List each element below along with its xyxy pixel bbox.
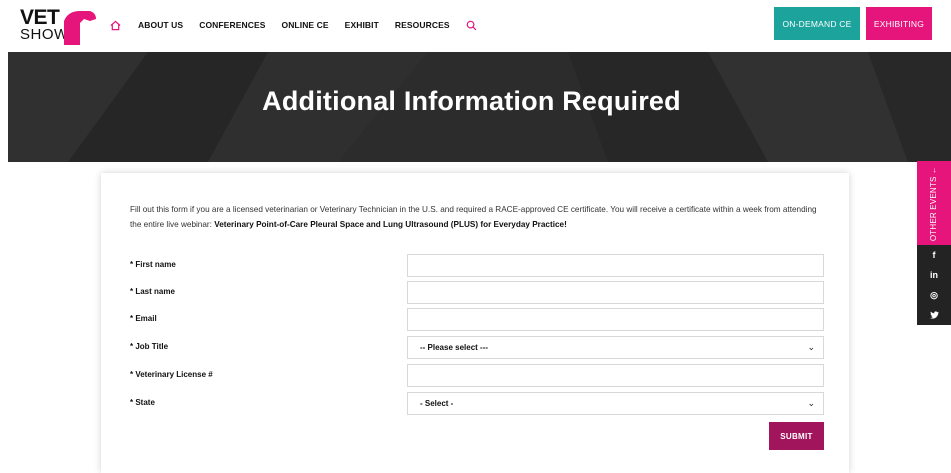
email-input[interactable] [407, 308, 824, 331]
facebook-icon[interactable]: f [917, 245, 951, 265]
social-links: f in ◎ [917, 245, 951, 325]
side-rail: OTHER EVENTS ← f in ◎ [917, 161, 951, 325]
other-events-label: OTHER EVENTS ← [929, 165, 939, 241]
chevron-down-icon: ⌄ [807, 342, 815, 352]
job-title-select[interactable]: -- Please select --- ⌄ [407, 336, 824, 359]
email-label: * Email [130, 314, 157, 323]
other-events-tab[interactable]: OTHER EVENTS ← [917, 161, 951, 245]
vet-show-logo[interactable]: VET SHOW [20, 6, 98, 45]
email-row: * Email [130, 308, 824, 332]
home-icon[interactable] [110, 17, 126, 33]
state-label: * State [130, 398, 155, 407]
license-row: * Veterinary License # [130, 364, 824, 388]
form-intro: Fill out this form if you are a licensed… [130, 202, 830, 232]
site-header: VET SHOW ABOUT US CONFERENCES ONLINE CE … [0, 0, 951, 52]
chevron-down-icon: ⌄ [807, 398, 815, 408]
logo-text-vet: VET [20, 6, 60, 29]
state-value: - Select - [420, 399, 454, 408]
form-card: Fill out this form if you are a licensed… [101, 173, 849, 473]
last-name-row: * Last name [130, 281, 824, 305]
job-title-label: * Job Title [130, 342, 169, 351]
last-name-input[interactable] [407, 281, 824, 304]
license-label: * Veterinary License # [130, 370, 213, 379]
main-nav: ABOUT US CONFERENCES ONLINE CE EXHIBIT R… [110, 16, 478, 34]
on-demand-ce-button[interactable]: ON-DEMAND CE [774, 7, 860, 40]
nav-exhibit[interactable]: EXHIBIT [345, 20, 379, 30]
submit-button[interactable]: SUBMIT [769, 422, 824, 450]
job-title-row: * Job Title -- Please select --- ⌄ [130, 336, 824, 360]
license-input[interactable] [407, 364, 824, 387]
linkedin-icon[interactable]: in [917, 265, 951, 285]
hero-banner: Additional Information Required [8, 52, 951, 162]
state-row: * State - Select - ⌄ [130, 392, 824, 416]
first-name-input[interactable] [407, 254, 824, 277]
search-icon[interactable] [466, 19, 478, 31]
page-title: Additional Information Required [262, 86, 681, 116]
job-title-value: -- Please select --- [420, 343, 489, 352]
last-name-label: * Last name [130, 287, 175, 296]
nav-conferences[interactable]: CONFERENCES [199, 20, 265, 30]
exhibiting-button[interactable]: EXHIBITING [866, 7, 932, 40]
intro-webinar-title: Veterinary Point-of-Care Pleural Space a… [214, 220, 567, 229]
nav-about-us[interactable]: ABOUT US [138, 20, 183, 30]
nav-online-ce[interactable]: ONLINE CE [281, 20, 328, 30]
horse-icon [64, 11, 96, 45]
first-name-label: * First name [130, 260, 176, 269]
nav-resources[interactable]: RESOURCES [395, 20, 450, 30]
state-select[interactable]: - Select - ⌄ [407, 392, 824, 415]
first-name-row: * First name [130, 254, 824, 278]
instagram-icon[interactable]: ◎ [917, 285, 951, 305]
twitter-icon[interactable] [917, 305, 951, 325]
